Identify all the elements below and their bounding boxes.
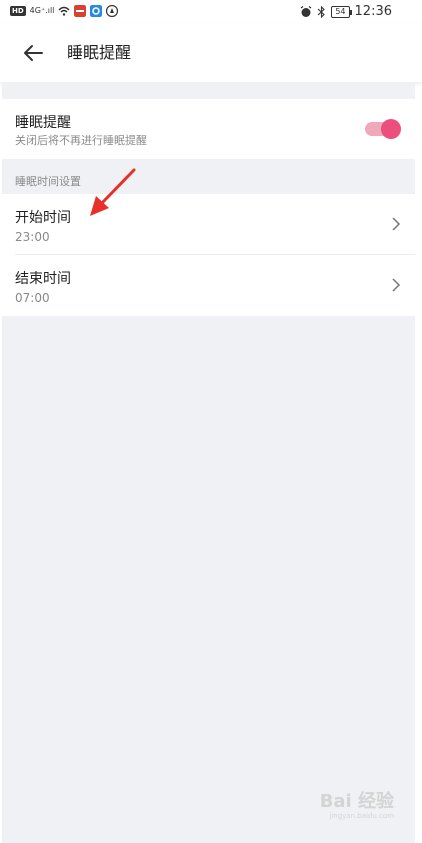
status-right: 54 12:36 [300, 4, 392, 19]
arrow-left-icon[interactable] [22, 42, 44, 64]
status-bar: HD 4G⁺.ıll 54 12:36 [0, 0, 422, 24]
signal-icon: 4G⁺.ıll [29, 6, 55, 15]
watermark-url: jingyan.baidu.com [329, 812, 394, 820]
section-header-sleep-time: 睡眠时间设置 [15, 175, 81, 188]
screen: HD 4G⁺.ıll 54 12:36 睡眠提醒 睡眠提醒 关闭后将不再进行睡眠… [0, 0, 422, 843]
app-notification-icon-3 [106, 5, 119, 17]
start-time-value: 23:00 [15, 230, 50, 244]
page-title: 睡眠提醒 [67, 43, 132, 62]
start-time-row[interactable]: 开始时间 23:00 [2, 194, 415, 255]
sleep-reminder-subtitle: 关闭后将不再进行睡眠提醒 [15, 134, 147, 147]
start-time-label: 开始时间 [15, 210, 71, 226]
end-time-label: 结束时间 [15, 271, 71, 287]
battery-indicator: 54 [331, 5, 352, 18]
alarm-icon [300, 5, 312, 17]
settings-content: 睡眠提醒 关闭后将不再进行睡眠提醒 睡眠时间设置 开始时间 23:00 结束时间… [2, 82, 415, 843]
baidu-watermark: Bai 经验 jingyan.baidu.com [320, 792, 394, 821]
app-notification-icon [74, 5, 87, 17]
chevron-right-icon [392, 278, 401, 292]
hd-badge: HD [10, 6, 26, 16]
chevron-right-icon [392, 217, 401, 231]
end-time-row[interactable]: 结束时间 07:00 [2, 255, 415, 316]
bluetooth-icon [317, 5, 326, 18]
app-header: 睡眠提醒 [0, 24, 422, 82]
toggle-knob [381, 119, 401, 139]
sleep-reminder-row[interactable]: 睡眠提醒 关闭后将不再进行睡眠提醒 [2, 99, 415, 159]
wifi-icon [58, 6, 70, 16]
end-time-value: 07:00 [15, 291, 50, 305]
sleep-reminder-toggle[interactable] [365, 119, 401, 139]
status-left: HD 4G⁺.ıll [10, 5, 119, 17]
status-time: 12:36 [354, 4, 392, 19]
sleep-reminder-title: 睡眠提醒 [15, 115, 71, 131]
app-notification-icon-2 [90, 5, 103, 17]
watermark-logo: Bai 经验 [319, 791, 394, 812]
